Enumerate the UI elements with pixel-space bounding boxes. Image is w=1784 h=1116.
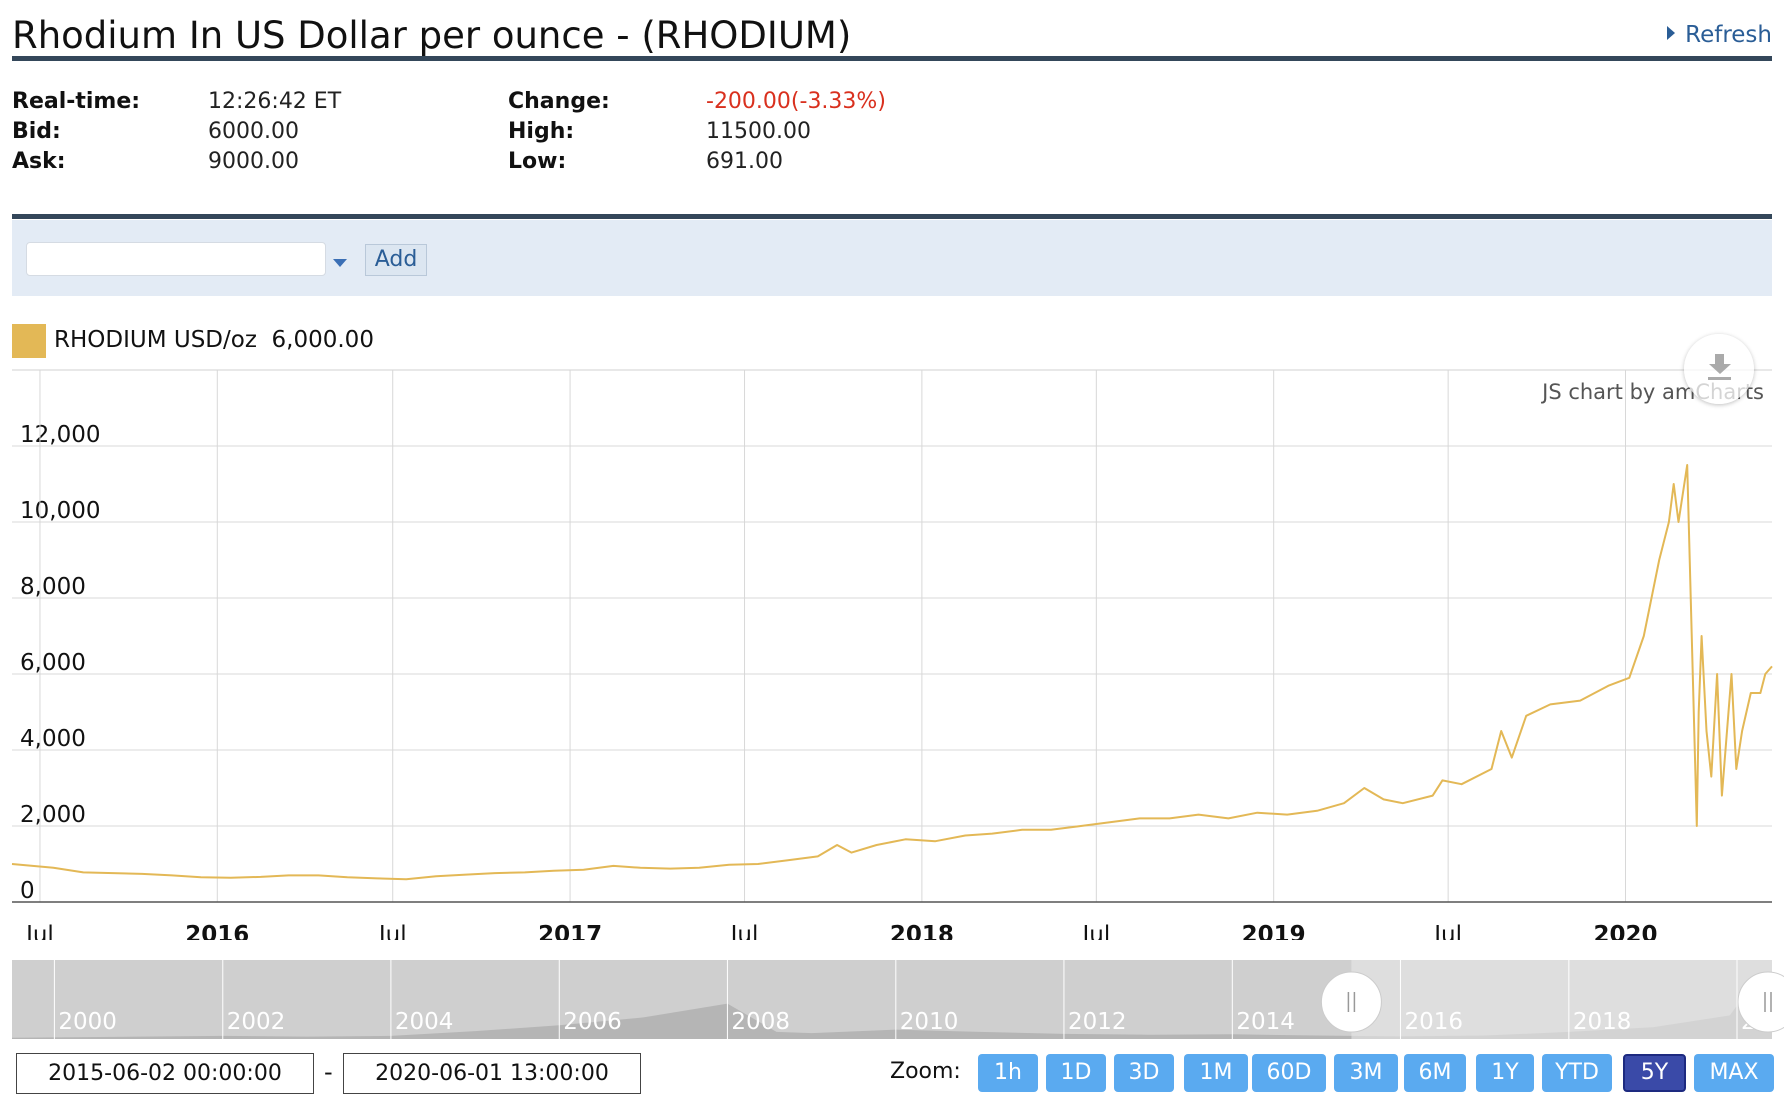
navigator-year-label: 2000 <box>58 1009 117 1035</box>
play-arrow-icon <box>1667 26 1676 40</box>
page-title: Rhodium In US Dollar per ounce - (RHODIU… <box>12 14 852 57</box>
export-button[interactable] <box>1684 334 1754 404</box>
legend-entry[interactable]: RHODIUM USD/oz 6,000.00 <box>54 327 374 353</box>
zoom-button-1d[interactable]: 1D <box>1046 1054 1106 1092</box>
y-tick-label: 12,000 <box>20 422 100 448</box>
change-label: Change: <box>508 89 610 114</box>
add-button[interactable]: Add <box>365 244 427 276</box>
date-separator: - <box>324 1058 333 1086</box>
y-tick-label: 8,000 <box>20 574 86 600</box>
y-tick-label: 6,000 <box>20 650 86 676</box>
zoom-button-3d[interactable]: 3D <box>1114 1054 1174 1092</box>
refresh-link[interactable]: Refresh <box>1667 22 1772 48</box>
series-line[interactable] <box>11 464 1773 881</box>
navigator-year-label: 2014 <box>1236 1009 1295 1035</box>
ask-value: 9000.00 <box>208 149 299 174</box>
x-tick-label: Jul <box>24 922 54 940</box>
refresh-label: Refresh <box>1685 22 1772 48</box>
navigator-year-label: 2004 <box>395 1009 454 1035</box>
navigator-year-label: 2010 <box>900 1009 959 1035</box>
y-tick-label: 0 <box>20 878 35 904</box>
toolbar-rule <box>12 214 1772 219</box>
realtime-value: 12:26:42 ET <box>208 89 342 114</box>
legend-label: RHODIUM USD/oz <box>54 327 257 353</box>
bid-value: 6000.00 <box>208 119 299 144</box>
navigator-year-label: 2012 <box>1068 1009 1127 1035</box>
zoom-button-6m[interactable]: 6M <box>1404 1054 1466 1092</box>
chart-navigator[interactable]: 2000 2002 2004 2006 2008 2010 2012 2014 2016 2018… <box>0 950 1784 1040</box>
x-tick-label: Jul <box>1432 922 1462 940</box>
change-value: -200.00(-3.33%) <box>706 89 886 114</box>
navigator-year-label: 2008 <box>731 1009 790 1035</box>
chevron-down-icon[interactable] <box>333 259 347 267</box>
x-tick-label: 2016 <box>185 922 249 940</box>
zoom-button-1h[interactable]: 1h <box>978 1054 1038 1092</box>
zoom-button-5y[interactable]: 5Y <box>1623 1054 1686 1092</box>
price-chart[interactable]: 0 2,000 4,000 6,000 8,000 10,000 12,000 Jul 2016… <box>0 360 1784 940</box>
zoom-button-1m[interactable]: 1M <box>1184 1054 1248 1092</box>
low-label: Low: <box>508 149 567 174</box>
x-tick-label: 2017 <box>538 922 602 940</box>
realtime-label: Real-time: <box>12 89 141 114</box>
ask-label: Ask: <box>12 149 66 174</box>
y-tick-label: 10,000 <box>20 498 100 524</box>
navigator-year-label: 2006 <box>563 1009 622 1035</box>
x-tick-label: 2018 <box>890 922 954 940</box>
legend-value: 6,000.00 <box>271 327 374 353</box>
zoom-button-60d[interactable]: 60D <box>1252 1054 1326 1092</box>
x-tick-label: 2019 <box>1242 922 1306 940</box>
zoom-button-1y[interactable]: 1Y <box>1476 1054 1534 1092</box>
zoom-button-3m[interactable]: 3M <box>1334 1054 1398 1092</box>
navigator-year-label: 2002 <box>227 1009 286 1035</box>
zoom-label: Zoom: <box>890 1059 961 1084</box>
legend-swatch <box>12 324 46 358</box>
x-tick-label: Jul <box>1080 922 1110 940</box>
end-date-input[interactable]: 2020-06-01 13:00:00 <box>343 1053 641 1094</box>
high-label: High: <box>508 119 575 144</box>
high-value: 11500.00 <box>706 119 811 144</box>
low-value: 691.00 <box>706 149 783 174</box>
y-tick-label: 4,000 <box>20 726 86 752</box>
navigator-left-handle[interactable] <box>1320 971 1382 1033</box>
x-tick-label: Jul <box>377 922 407 940</box>
start-date-input[interactable]: 2015-06-02 00:00:00 <box>16 1053 314 1094</box>
title-rule <box>12 56 1772 61</box>
zoom-button-max[interactable]: MAX <box>1694 1054 1774 1092</box>
y-tick-label: 2,000 <box>20 802 86 828</box>
navigator-year-label: 2016 <box>1404 1009 1463 1035</box>
zoom-button-ytd[interactable]: YTD <box>1542 1054 1612 1092</box>
navigator-year-label: 2018 <box>1573 1009 1632 1035</box>
x-tick-label: 2020 <box>1593 922 1657 940</box>
x-tick-label: Jul <box>729 922 759 940</box>
bid-label: Bid: <box>12 119 61 144</box>
symbol-input[interactable] <box>26 242 326 276</box>
